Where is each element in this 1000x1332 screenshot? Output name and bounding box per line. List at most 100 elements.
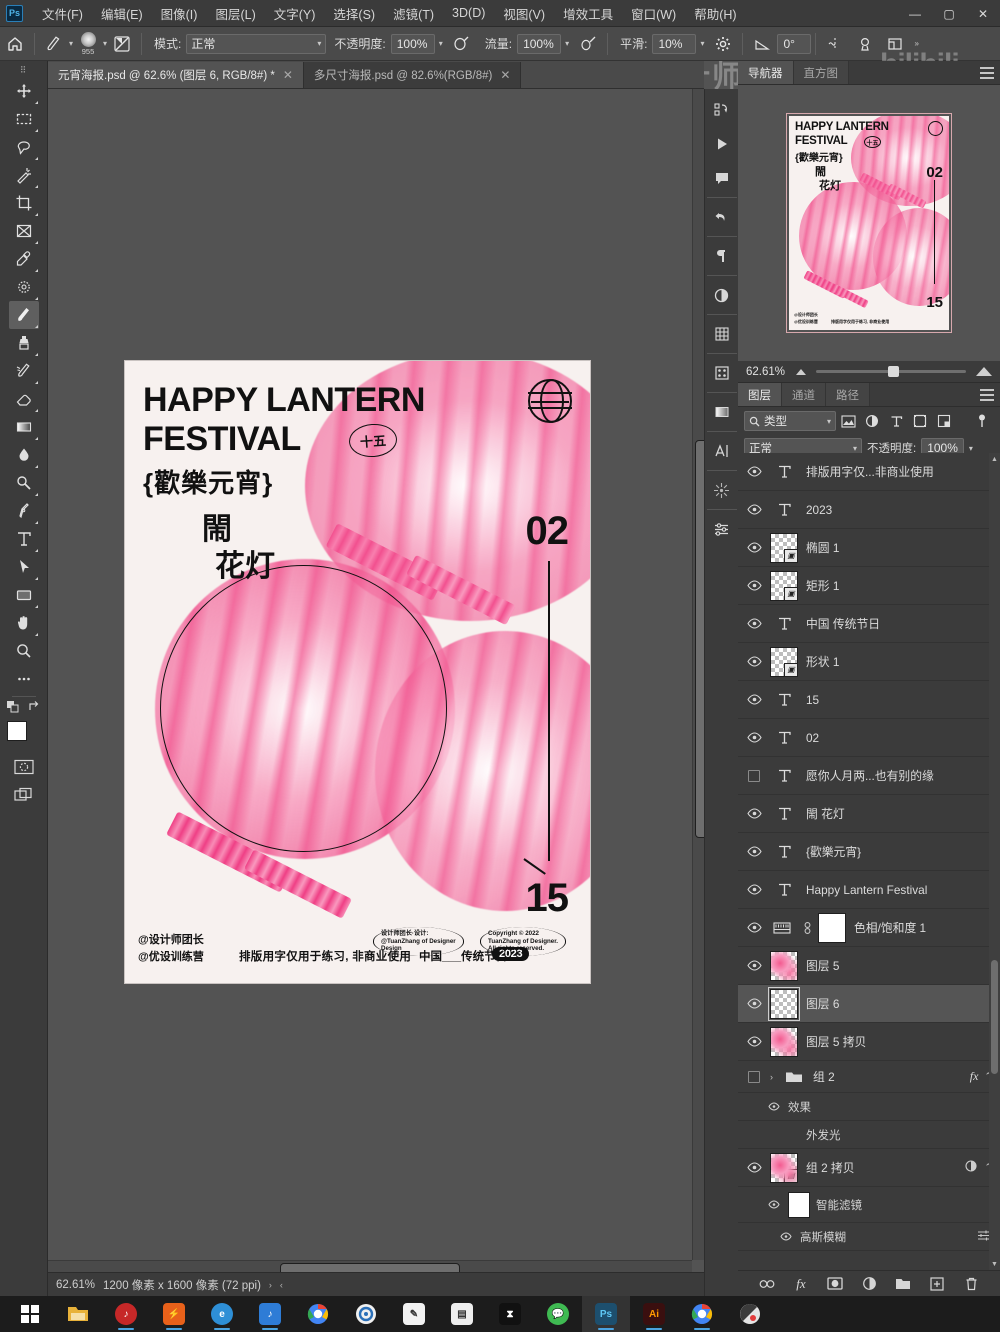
- effects-visibility-toggle[interactable]: [738, 1102, 788, 1111]
- tab-navigator[interactable]: 导航器: [738, 61, 794, 84]
- layer-visibility-toggle[interactable]: [738, 833, 770, 871]
- marquee-tool[interactable]: [9, 105, 39, 133]
- gradient-tool[interactable]: [9, 413, 39, 441]
- filter-pixel-icon[interactable]: [836, 410, 860, 432]
- canvas-area[interactable]: HAPPY LANTERN FESTIVAL 十五 {歡樂元宵} 閙 花灯 02…: [48, 89, 704, 1272]
- blur-tool[interactable]: [9, 441, 39, 469]
- scrollbar-thumb[interactable]: [695, 440, 704, 839]
- layer-list[interactable]: 排版用字仅...非商业使用 2023 ▣ 椭圆 1 ▣ 矩形 1 中国 传统节日…: [738, 453, 1000, 1270]
- netease-music[interactable]: ♪: [102, 1296, 150, 1332]
- menu-edit[interactable]: 编辑(E): [92, 0, 152, 27]
- zoom-out-icon[interactable]: [796, 368, 806, 375]
- smart-filter-gaussian-blur-row[interactable]: 高斯模糊: [738, 1223, 1000, 1251]
- filter-smart-object-icon[interactable]: [932, 410, 956, 432]
- paragraph-icon[interactable]: [707, 239, 737, 273]
- canvas-scrollbar-vertical[interactable]: [692, 89, 704, 1260]
- menu-3d[interactable]: 3D(D): [443, 2, 494, 24]
- smart-filters-row[interactable]: 智能滤镜: [738, 1187, 1000, 1223]
- filter-shape-icon[interactable]: [908, 410, 932, 432]
- lasso-tool[interactable]: [9, 133, 39, 161]
- brush-settings-panel-icon[interactable]: [107, 30, 137, 58]
- brush-preview[interactable]: 955: [73, 30, 103, 58]
- layer-row-nao-huadeng[interactable]: 閙 花灯: [738, 795, 1000, 833]
- clone-stamp-tool[interactable]: [9, 329, 39, 357]
- layer-visibility-toggle[interactable]: [738, 757, 770, 795]
- layer-visibility-toggle[interactable]: [738, 1023, 770, 1061]
- toolbar-grip[interactable]: ⠿: [0, 63, 47, 77]
- status-chevron-icon[interactable]: ›: [269, 1280, 272, 1290]
- tablet-pressure-icon[interactable]: [850, 30, 880, 58]
- screen-mode-button[interactable]: [9, 781, 39, 809]
- capcut-app[interactable]: ⧗: [486, 1296, 534, 1332]
- app-last[interactable]: [726, 1296, 774, 1332]
- color-swatches[interactable]: [6, 721, 41, 753]
- layer-row-happy-lantern-festival[interactable]: Happy Lantern Festival: [738, 871, 1000, 909]
- opacity-input[interactable]: 100%: [390, 33, 435, 54]
- wechat-app[interactable]: 💬: [534, 1296, 582, 1332]
- mask-link-icon[interactable]: [800, 921, 814, 935]
- layer-opacity-chevron-icon[interactable]: ▾: [969, 444, 973, 453]
- smart-filter-visibility-toggle[interactable]: [738, 1200, 788, 1209]
- layer-effect-outer-glow-row[interactable]: 外发光: [738, 1121, 1000, 1149]
- layer-effects-badge[interactable]: fx: [970, 1069, 979, 1084]
- layer-visibility-toggle[interactable]: [738, 985, 770, 1023]
- navigator-preview[interactable]: HAPPY LANTERN FESTIVAL 十五 {歡樂元宵} 閙 花灯 02…: [738, 85, 1000, 361]
- edit-toolbar-button[interactable]: [9, 665, 39, 693]
- opacity-chevron-icon[interactable]: ▾: [439, 39, 443, 48]
- layer-visibility-toggle[interactable]: [738, 909, 770, 947]
- adjustments-icon[interactable]: [707, 278, 737, 312]
- close-icon[interactable]: ✕: [500, 68, 510, 82]
- maximize-button[interactable]: ▢: [932, 0, 966, 27]
- layer-row-rectangle-1[interactable]: ▣ 矩形 1: [738, 567, 1000, 605]
- notepad-app[interactable]: ✎: [390, 1296, 438, 1332]
- scroll-up-icon[interactable]: ▲: [989, 453, 1000, 465]
- layer-style-button[interactable]: fx: [792, 1275, 810, 1293]
- properties-icon[interactable]: [707, 512, 737, 546]
- comments-icon[interactable]: [707, 161, 737, 195]
- layer-visibility-toggle[interactable]: [738, 947, 770, 985]
- history-icon[interactable]: [707, 93, 737, 127]
- path-selection-tool[interactable]: [9, 553, 39, 581]
- layer-row-layer-5[interactable]: 图层 5: [738, 947, 1000, 985]
- layer-list-scrollbar[interactable]: ▲ ▼: [989, 453, 1000, 1270]
- panel-menu-icon[interactable]: [980, 67, 994, 79]
- layer-visibility-toggle[interactable]: [738, 1149, 770, 1187]
- status-collapse-icon[interactable]: ‹: [280, 1280, 283, 1290]
- eyedropper-tool[interactable]: [9, 245, 39, 273]
- layer-row-poem[interactable]: 愿你人月两...也有别的缘: [738, 757, 1000, 795]
- smoothing-chevron-icon[interactable]: ▾: [700, 39, 704, 48]
- layer-visibility-toggle[interactable]: [738, 529, 770, 567]
- scrollbar-thumb[interactable]: [991, 959, 998, 1074]
- brush-tool-icon[interactable]: [39, 30, 69, 58]
- new-group-button[interactable]: [894, 1275, 912, 1293]
- layer-filter-type-select[interactable]: 类型 ▾: [744, 411, 836, 431]
- zoom-in-icon[interactable]: [976, 367, 992, 376]
- chrome-2[interactable]: [678, 1296, 726, 1332]
- menu-layer[interactable]: 图层(L): [206, 0, 264, 27]
- pressure-opacity-icon[interactable]: [447, 30, 477, 58]
- delete-layer-button[interactable]: [962, 1275, 980, 1293]
- character-icon[interactable]: [707, 434, 737, 468]
- new-layer-button[interactable]: [928, 1275, 946, 1293]
- photoshop-app[interactable]: Ps: [582, 1296, 630, 1332]
- tab-layers[interactable]: 图层: [738, 383, 782, 406]
- panel-layout-icon[interactable]: [880, 30, 910, 58]
- layer-row-02[interactable]: 02: [738, 719, 1000, 757]
- layer-row-shape-1[interactable]: ▣ 形状 1: [738, 643, 1000, 681]
- rectangle-tool[interactable]: [9, 581, 39, 609]
- menu-file[interactable]: 文件(F): [33, 0, 92, 27]
- menu-type[interactable]: 文字(Y): [265, 0, 325, 27]
- document-tab-secondary[interactable]: 多尺寸海报.psd @ 82.6%(RGB/8#) ✕: [303, 62, 522, 88]
- app-blue-ring[interactable]: [342, 1296, 390, 1332]
- brush-tool[interactable]: [8, 301, 39, 329]
- layer-mask-button[interactable]: [826, 1275, 844, 1293]
- default-colors-icon[interactable]: [6, 700, 20, 717]
- layer-visibility-toggle[interactable]: [738, 795, 770, 833]
- layer-row-ellipse-1[interactable]: ▣ 椭圆 1: [738, 529, 1000, 567]
- flow-chevron-icon[interactable]: ▾: [565, 39, 569, 48]
- smart-filter-badge-icon[interactable]: [964, 1159, 978, 1176]
- layer-row-group-2[interactable]: › 组 2 fx ⌃: [738, 1061, 1000, 1093]
- app-white[interactable]: ▤: [438, 1296, 486, 1332]
- layer-visibility-toggle[interactable]: [738, 453, 770, 491]
- menu-filter[interactable]: 滤镜(T): [384, 0, 443, 27]
